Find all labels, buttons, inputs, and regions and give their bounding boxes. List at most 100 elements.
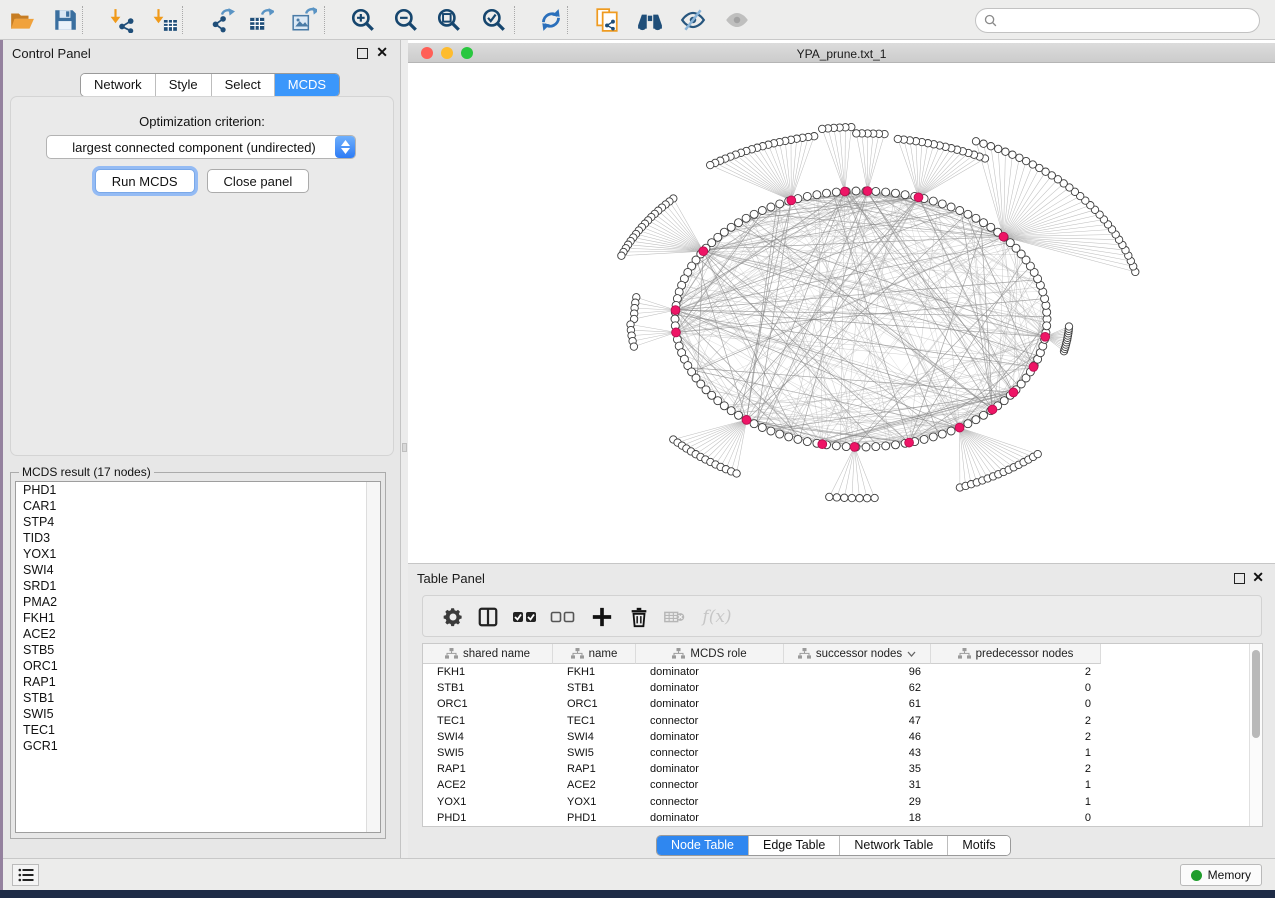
open-file-icon[interactable] [9, 7, 35, 33]
close-table-panel-icon[interactable]: ✕ [1252, 570, 1264, 584]
mcds-result-item[interactable]: SRD1 [16, 578, 380, 594]
export-table-icon[interactable] [248, 7, 274, 33]
zoom-selected-icon[interactable] [481, 7, 507, 33]
import-table-icon[interactable] [152, 7, 178, 33]
dropdown-stepper-icon [335, 136, 355, 158]
settings-gear-icon[interactable] [440, 604, 466, 630]
mcds-result-item[interactable]: SWI5 [16, 706, 380, 722]
mcds-result-item[interactable]: ORC1 [16, 658, 380, 674]
cell-predecessor-nodes: 1 [931, 747, 1101, 759]
column-header-predecessor-nodes[interactable]: predecessor nodes [931, 644, 1101, 664]
delete-rows-icon[interactable] [626, 604, 652, 630]
table-row[interactable]: ORC1ORC1dominator610 [423, 696, 1262, 712]
column-header-shared-name[interactable]: shared name [423, 644, 553, 664]
table-panel: Table Panel ✕ [408, 563, 1275, 858]
mcds-panel: Optimization criterion: largest connecte… [10, 96, 394, 456]
splitter-handle-icon[interactable] [402, 443, 407, 452]
mcds-result-item[interactable]: YOX1 [16, 546, 380, 562]
mcds-result-item[interactable]: STB1 [16, 690, 380, 706]
mcds-result-item[interactable]: TID3 [16, 530, 380, 546]
deselect-all-rows-icon[interactable] [550, 604, 576, 630]
table-row[interactable]: RAP1RAP1dominator352 [423, 761, 1262, 777]
mcds-result-item[interactable]: FKH1 [16, 610, 380, 626]
mcds-result-item[interactable]: SWI4 [16, 562, 380, 578]
cell-MCDS-role: connector [636, 796, 784, 808]
run-mcds-button[interactable]: Run MCDS [95, 169, 195, 193]
mcds-list-scrollbar[interactable] [366, 482, 380, 832]
tab-motifs[interactable]: Motifs [947, 836, 1009, 855]
cell-successor-nodes: 46 [784, 731, 931, 743]
import-network-icon[interactable] [109, 7, 135, 33]
zoom-fit-icon[interactable] [436, 7, 462, 33]
panel-splitter[interactable] [401, 40, 408, 858]
task-history-button[interactable] [12, 864, 39, 886]
network-window-titlebar[interactable]: YPA_prune.txt_1 [408, 43, 1275, 63]
column-header-successor-nodes[interactable]: successor nodes [784, 644, 931, 664]
table-row[interactable]: SWI4SWI4dominator462 [423, 729, 1262, 745]
mcds-result-item[interactable]: PMA2 [16, 594, 380, 610]
table-row[interactable]: YOX1YOX1connector291 [423, 794, 1262, 810]
table-row[interactable]: FKH1FKH1dominator962 [423, 664, 1262, 680]
optimization-criterion-select[interactable]: largest connected component (undirected) [46, 135, 356, 159]
table-row[interactable]: STB1STB1dominator620 [423, 680, 1262, 696]
mcds-result-item[interactable]: CAR1 [16, 498, 380, 514]
hierarchy-icon [798, 648, 811, 659]
float-panel-icon[interactable] [357, 48, 368, 59]
float-table-panel-icon[interactable] [1234, 573, 1245, 584]
cell-successor-nodes: 62 [784, 682, 931, 694]
mcds-result-item[interactable]: TEC1 [16, 722, 380, 738]
mcds-result-item[interactable]: ACE2 [16, 626, 380, 642]
export-network-icon[interactable] [209, 7, 235, 33]
toolbar-separator [82, 6, 83, 34]
tab-select[interactable]: Select [211, 74, 274, 96]
table-row[interactable]: PHD1PHD1dominator180 [423, 810, 1262, 826]
cell-shared-name: PHD1 [423, 812, 553, 824]
column-header-MCDS-role[interactable]: MCDS role [636, 644, 784, 664]
memory-button[interactable]: Memory [1180, 864, 1262, 886]
table-scrollbar[interactable] [1249, 644, 1262, 826]
mcds-result-item[interactable]: PHD1 [16, 482, 380, 498]
show-all-icon [724, 7, 750, 33]
table-panel-title: Table Panel [417, 571, 485, 586]
binoculars-search-icon[interactable] [637, 7, 663, 33]
tab-network[interactable]: Network [81, 74, 155, 96]
cell-name: FKH1 [553, 666, 636, 678]
cell-predecessor-nodes: 0 [931, 682, 1101, 694]
tab-edge-table[interactable]: Edge Table [748, 836, 839, 855]
save-session-icon[interactable] [52, 7, 78, 33]
table-row[interactable]: TEC1TEC1connector472 [423, 713, 1262, 729]
hide-selected-icon[interactable] [680, 7, 706, 33]
close-panel-icon[interactable]: ✕ [376, 45, 388, 59]
tab-style[interactable]: Style [155, 74, 211, 96]
share-document-icon[interactable] [594, 7, 620, 33]
column-selector-icon[interactable] [475, 604, 501, 630]
mcds-result-item[interactable]: RAP1 [16, 674, 380, 690]
tab-network-table[interactable]: Network Table [839, 836, 947, 855]
control-panel-tabs: NetworkStyleSelectMCDS [80, 73, 340, 97]
mcds-result-item[interactable]: GCR1 [16, 738, 380, 754]
tab-mcds[interactable]: MCDS [274, 74, 339, 96]
search-field[interactable] [975, 8, 1260, 33]
table-row[interactable]: ACE2ACE2connector311 [423, 777, 1262, 793]
search-input[interactable] [1002, 12, 1259, 30]
tab-node-table[interactable]: Node Table [657, 836, 748, 855]
control-panel: Control Panel ✕ NetworkStyleSelectMCDS O… [3, 40, 401, 858]
close-panel-button[interactable]: Close panel [207, 169, 310, 193]
table-row[interactable]: SWI5SWI5connector431 [423, 745, 1262, 761]
export-image-icon[interactable] [291, 7, 317, 33]
network-graph[interactable] [408, 63, 1275, 563]
zoom-out-icon[interactable] [393, 7, 419, 33]
toolbar-separator [324, 6, 325, 34]
cell-name: SWI4 [553, 731, 636, 743]
refresh-icon[interactable] [538, 7, 564, 33]
hierarchy-icon [445, 648, 458, 659]
cell-successor-nodes: 61 [784, 698, 931, 710]
table-scrollbar-thumb[interactable] [1252, 650, 1260, 738]
select-all-rows-icon[interactable] [512, 604, 538, 630]
zoom-in-icon[interactable] [350, 7, 376, 33]
add-column-icon[interactable] [589, 604, 615, 630]
network-canvas[interactable] [408, 63, 1275, 563]
column-header-name[interactable]: name [553, 644, 636, 664]
mcds-result-item[interactable]: STP4 [16, 514, 380, 530]
mcds-result-item[interactable]: STB5 [16, 642, 380, 658]
